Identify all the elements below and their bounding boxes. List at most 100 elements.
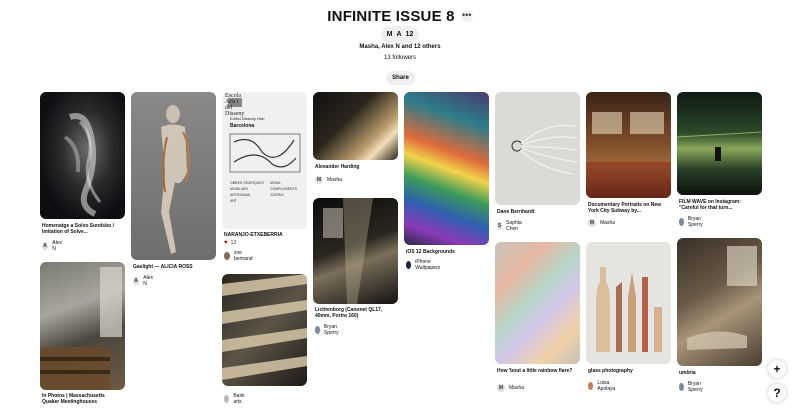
poster-tag: ART (230, 199, 238, 203)
pin-author-name: Masha (327, 177, 343, 183)
pin-author[interactable]: iPhone Wallpapers (406, 259, 443, 271)
pin-author[interactable]: zoe bertrand (224, 250, 255, 262)
collaborator-avatar: M (386, 31, 393, 38)
pin-author-name: Sophia Chen (506, 220, 522, 232)
pin-image[interactable] (677, 92, 762, 195)
avatar (679, 218, 684, 226)
avatar (588, 382, 594, 390)
pin-author-name: iPhone Wallpapers (415, 259, 441, 271)
avatar: M (588, 219, 596, 227)
pin-caption: glass photography (588, 368, 633, 374)
pin-image[interactable] (40, 92, 125, 219)
pin-image[interactable] (404, 92, 489, 245)
pin-image-art (586, 112, 671, 198)
pin-author[interactable]: A Alex N (133, 275, 155, 287)
ellipsis-icon[interactable]: ••• (460, 10, 473, 22)
pin-image[interactable] (495, 242, 580, 364)
pin-image[interactable] (586, 242, 671, 364)
pin-author-name: Masha (600, 220, 616, 226)
pin-image-art (161, 105, 190, 254)
help-button[interactable]: ? (768, 384, 786, 402)
pin-caption: Homenatge a Solvo Sundsbo / Imitation of… (42, 223, 114, 235)
pin-author[interactable]: M Masha (588, 219, 615, 227)
avatar (224, 395, 230, 403)
pin-image[interactable] (222, 274, 307, 386)
pin-author[interactable]: M Masha (497, 384, 524, 392)
like-count: 13 (230, 240, 237, 246)
board-title: INFINITE ISSUE 8 (327, 7, 455, 25)
pin-image[interactable] (313, 198, 398, 304)
avatar: M (315, 176, 323, 184)
collaborator-count: 12 (405, 31, 414, 38)
poster-tag: MOBILIARI (230, 187, 248, 191)
pin-image-art (63, 113, 102, 217)
avatar (315, 326, 320, 334)
poster-tag: COMPLEMENTS (270, 187, 298, 191)
pin-author[interactable]: M Masha (315, 176, 342, 184)
pin-image[interactable] (677, 238, 762, 366)
pin-image-art (677, 131, 762, 161)
pin-image-art (323, 198, 373, 304)
pin-author[interactable]: Bank arts (224, 393, 247, 405)
pin-image-art (687, 246, 757, 350)
pin-caption: NARANJO-ETXEBERRIA (224, 232, 283, 238)
followers-count[interactable]: 13 followers (0, 55, 800, 61)
share-button[interactable]: Share (386, 71, 415, 85)
pin-caption: iOS 12 Backgrounds (406, 249, 455, 255)
pin-caption: Alexander Harding (315, 164, 360, 170)
pin-image[interactable] (313, 92, 398, 160)
pin-caption: How 'bout a little rainbow flare? (497, 368, 573, 374)
pin-image[interactable] (586, 92, 671, 198)
pin-author-name: Masha (509, 385, 525, 391)
board-title-row: INFINITE ISSUE 8 ••• (0, 6, 800, 26)
pin-author[interactable]: Bryan Sperry (679, 216, 706, 228)
avatar: A (133, 277, 140, 285)
pin-author[interactable]: S Sophia Chen (497, 220, 525, 232)
pin-caption: Gaslight — ALICIA ROSS (133, 264, 193, 270)
pin-author-name: zoe bertrand (233, 250, 253, 262)
pin-author-name: Alex N (52, 240, 62, 252)
pin-author[interactable]: Luisa Apolaya (588, 380, 618, 392)
poster-tag: JOIERIA (270, 193, 284, 197)
pin-author[interactable]: A Alex N (42, 240, 64, 252)
avatar (679, 383, 684, 391)
pin-author[interactable]: Bryan Sperry (315, 324, 342, 336)
pin-caption: Lichtenborg (Canonet QL17, 40mm, Portra … (315, 307, 383, 319)
collaborators[interactable]: M A 12 (0, 26, 800, 43)
pin-image[interactable] (495, 92, 580, 205)
pin-author-name: Bryan Sperry (687, 216, 703, 228)
poster-tag: OBRES GRÀFIQUES (230, 181, 265, 185)
pin-image-art (511, 124, 578, 175)
pin-image-art (222, 274, 307, 380)
pin-image[interactable] (131, 92, 216, 260)
add-button[interactable]: + (768, 360, 786, 378)
avatar (224, 252, 230, 260)
pin-image-art (596, 267, 662, 352)
pin-caption: Dane Bernhardt (497, 209, 535, 215)
pin-caption: In Photos | Massachusetts Quaker Meeting… (42, 393, 105, 405)
pin-author[interactable]: Bryan Sperry (679, 381, 706, 393)
poster-tag: MODA (270, 181, 281, 185)
pin-author-name: Luisa Apolaya (597, 380, 616, 392)
pin-caption: umbria (679, 370, 696, 376)
pin-author-name: Alex N (143, 275, 153, 287)
pin-image-art (40, 267, 122, 390)
pin-likes[interactable]: ♥ 13 (224, 240, 236, 246)
pin-caption: FILM WAVE on Instagram: "Careful for tha… (679, 199, 741, 211)
pin-caption: Documentary Portraits on New York City S… (588, 202, 662, 214)
poster-text: Barcelona (230, 123, 254, 129)
avatar (406, 261, 412, 269)
poster-tag: ARTESANIA (230, 193, 250, 197)
pin-image[interactable] (40, 262, 125, 390)
collaborators-pill[interactable]: M A 12 (380, 26, 420, 43)
avatar: A (42, 242, 49, 250)
avatar: M (497, 384, 505, 392)
pin-author-name: Bank arts (233, 393, 245, 405)
pin-author-name: Bryan Sperry (323, 324, 339, 336)
avatar: S (497, 222, 503, 230)
pin-author-name: Bryan Sperry (687, 381, 703, 393)
poster-header: Escola Arts i del Disseny (225, 93, 245, 117)
heart-icon: ♥ (224, 240, 228, 246)
collaborator-avatar: A (396, 31, 402, 38)
collaborator-names: Masha, Alex N and 12 others (359, 44, 441, 50)
